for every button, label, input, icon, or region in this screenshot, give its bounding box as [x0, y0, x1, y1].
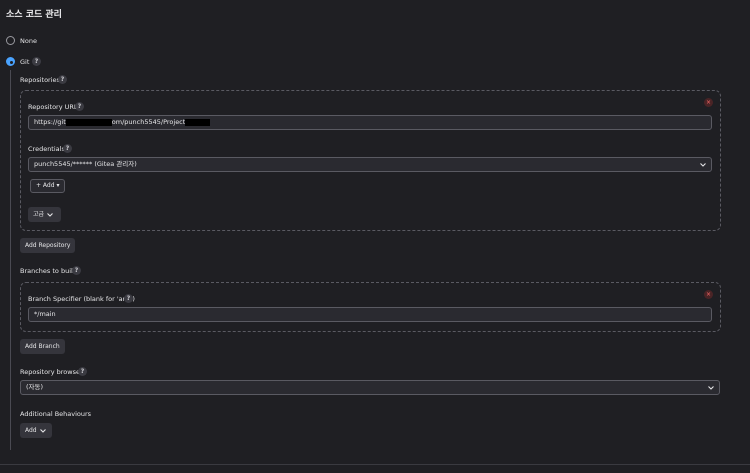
chevron-down-icon [708, 386, 714, 390]
repo-url-value-mid: om/punch5545/Project [111, 118, 186, 126]
branch-specifier-input[interactable]: */main [28, 307, 712, 322]
repo-url-help-icon[interactable]: ? [75, 102, 84, 111]
branches-label: Branches to build [20, 267, 77, 275]
repo-url-label: Repository URL [28, 103, 78, 111]
credentials-selected-value: punch5545/****** (Gitea 관리자) [34, 160, 137, 168]
section-divider [0, 464, 750, 465]
add-credentials-button[interactable]: + Add ▾ [30, 179, 66, 193]
repo-url-value-start: https://git [34, 118, 66, 126]
redacted-block [65, 118, 112, 126]
repository-browser-help-icon[interactable]: ? [78, 367, 87, 376]
git-help-icon[interactable]: ? [32, 57, 41, 66]
section-title: 소스 코드 관리 [6, 10, 62, 20]
add-behaviour-label: Add [25, 427, 37, 434]
add-behaviour-button[interactable]: Add [20, 423, 52, 438]
scm-git-label[interactable]: Git [20, 58, 29, 66]
scm-none-radio[interactable] [6, 36, 15, 45]
repository-browser-label: Repository browser [20, 368, 83, 376]
add-repository-button[interactable]: Add Repository [20, 238, 76, 253]
advanced-label: 고급 [33, 211, 45, 218]
branch-specifier-help-icon[interactable]: ? [124, 294, 133, 303]
branch-specifier-label: Branch Specifier (blank for 'any') [28, 295, 135, 303]
branches-help-icon[interactable]: ? [72, 266, 81, 275]
scm-none-label[interactable]: None [20, 37, 37, 45]
repository-browser-select[interactable]: (자동) [20, 380, 720, 395]
git-section-rail [10, 70, 11, 450]
repository-browser-selected: (자동) [26, 383, 44, 391]
scm-git-radio[interactable] [6, 57, 15, 66]
delete-branch-icon[interactable]: × [704, 290, 713, 299]
additional-behaviours-label: Additional Behaviours [20, 410, 92, 418]
repo-url-input[interactable]: https://git om/punch5545/Project [28, 115, 712, 130]
repositories-help-icon[interactable]: ? [58, 75, 67, 84]
repositories-label: Repositories [20, 76, 60, 84]
add-branch-button[interactable]: Add Branch [20, 339, 65, 354]
chevron-down-icon [47, 212, 53, 217]
chevron-down-icon [700, 163, 706, 167]
credentials-label: Credentials [28, 145, 65, 153]
delete-repository-icon[interactable]: × [704, 98, 713, 107]
credentials-help-icon[interactable]: ? [63, 144, 72, 153]
advanced-button[interactable]: 고급 [28, 207, 61, 222]
redacted-block [185, 118, 211, 126]
chevron-down-icon [39, 428, 46, 433]
credentials-select[interactable]: punch5545/****** (Gitea 관리자) [28, 157, 712, 172]
